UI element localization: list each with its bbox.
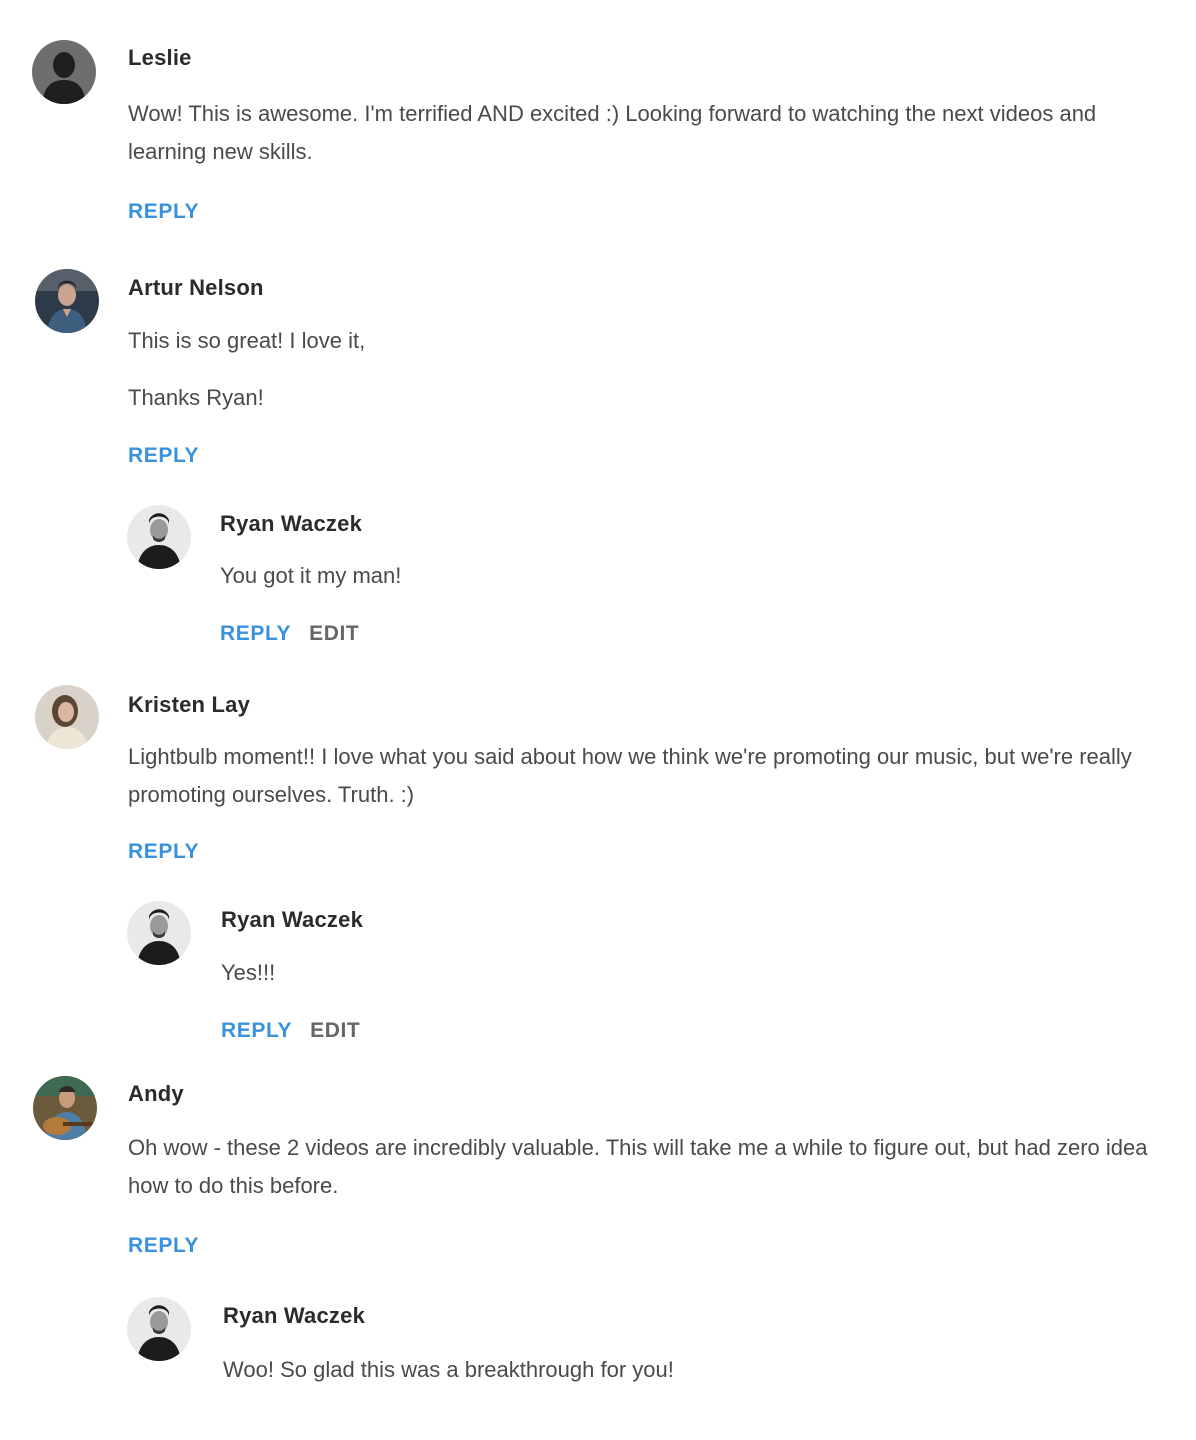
- user-photo-icon: [127, 505, 191, 569]
- comment-paragraph: Woo! So glad this was a breakthrough for…: [223, 1357, 674, 1382]
- default-silhouette-icon: [32, 40, 96, 104]
- avatar[interactable]: [127, 901, 191, 965]
- comment-paragraph: Oh wow - these 2 videos are incredibly v…: [128, 1135, 1148, 1198]
- avatar[interactable]: [127, 505, 191, 569]
- comment-actions: REPLY: [128, 200, 199, 224]
- comment-paragraph: Lightbulb moment!! I love what you said …: [128, 744, 1132, 807]
- comment-author[interactable]: Artur Nelson: [128, 275, 264, 301]
- user-photo-icon: [35, 685, 99, 749]
- comment-author[interactable]: Andy: [128, 1081, 184, 1107]
- comment-paragraph: This is so great! I love it,: [128, 328, 366, 353]
- user-photo-icon: [35, 269, 99, 333]
- comment-body: Yes!!!: [221, 954, 1171, 992]
- comment-author[interactable]: Ryan Waczek: [220, 511, 362, 537]
- comment-body: You got it my man!: [220, 557, 1170, 595]
- avatar[interactable]: [33, 1076, 97, 1140]
- user-photo-icon: [127, 1297, 191, 1361]
- comment-body: This is so great! I love it,: [128, 322, 1178, 360]
- comment-body: Oh wow - these 2 videos are incredibly v…: [128, 1129, 1178, 1205]
- comment-actions: REPLY: [128, 1234, 199, 1258]
- edit-link[interactable]: EDIT: [310, 1019, 360, 1043]
- comment-actions: REPLY EDIT: [221, 1019, 360, 1043]
- comment-author[interactable]: Leslie: [128, 45, 192, 71]
- comment-body: Thanks Ryan!: [128, 379, 1178, 417]
- comment-actions: REPLY EDIT: [220, 622, 359, 646]
- comment-author[interactable]: Ryan Waczek: [221, 907, 363, 933]
- comment-actions: REPLY: [128, 840, 199, 864]
- comment-actions: REPLY: [128, 444, 199, 468]
- avatar[interactable]: [127, 1297, 191, 1361]
- reply-link[interactable]: REPLY: [128, 840, 199, 864]
- reply-link[interactable]: REPLY: [220, 622, 291, 646]
- avatar[interactable]: [35, 269, 99, 333]
- comment-author[interactable]: Ryan Waczek: [223, 1303, 365, 1329]
- comment-body: Lightbulb moment!! I love what you said …: [128, 738, 1178, 814]
- user-photo-icon: [127, 901, 191, 965]
- user-photo-icon: [33, 1076, 97, 1140]
- reply-link[interactable]: REPLY: [128, 200, 199, 224]
- avatar[interactable]: [32, 40, 96, 104]
- avatar[interactable]: [35, 685, 99, 749]
- comment-paragraph: You got it my man!: [220, 563, 402, 588]
- reply-link[interactable]: REPLY: [128, 1234, 199, 1258]
- reply-link[interactable]: REPLY: [221, 1019, 292, 1043]
- comment-author[interactable]: Kristen Lay: [128, 692, 250, 718]
- comment-body: Woo! So glad this was a breakthrough for…: [223, 1351, 1173, 1389]
- comment-body: Wow! This is awesome. I'm terrified AND …: [128, 95, 1178, 171]
- reply-link[interactable]: REPLY: [128, 444, 199, 468]
- comment-paragraph: Wow! This is awesome. I'm terrified AND …: [128, 101, 1097, 164]
- comment-paragraph: Thanks Ryan!: [128, 385, 264, 410]
- comment-paragraph: Yes!!!: [221, 960, 276, 985]
- edit-link[interactable]: EDIT: [309, 622, 359, 646]
